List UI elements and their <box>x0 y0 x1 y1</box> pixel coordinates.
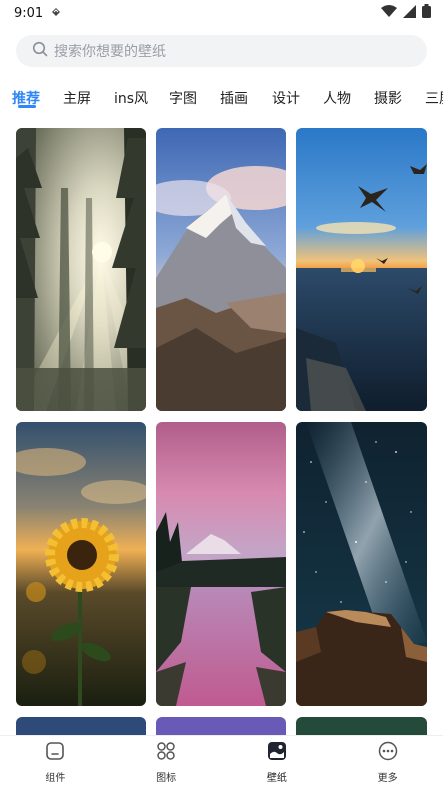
wallpaper-card-partial-3[interactable] <box>296 717 427 735</box>
search-icon <box>32 41 48 61</box>
signal-icon <box>403 4 416 22</box>
wallpaper-card-sea-sunset[interactable] <box>296 128 427 411</box>
nav-more[interactable]: 更多 <box>332 736 443 789</box>
nav-wallpaper-label: 壁纸 <box>266 773 287 784</box>
wallpaper-grid <box>0 0 443 789</box>
more-icon <box>378 741 398 765</box>
category-tabs: 推荐 主屏 ins风 字图 插画 设计 人物 摄影 三屏 <box>0 80 443 114</box>
tab-triple-screen[interactable]: 三屏 <box>425 88 443 108</box>
nav-icons[interactable]: 图标 <box>111 736 222 789</box>
icons-grid-icon <box>156 741 176 765</box>
nav-wallpaper[interactable]: 壁纸 <box>222 736 333 789</box>
wallpaper-card-pink-reflection[interactable] <box>156 422 286 706</box>
tab-people[interactable]: 人物 <box>323 88 351 108</box>
tab-home-screen[interactable]: 主屏 <box>63 88 91 108</box>
wallpaper-card-mountain[interactable] <box>156 128 286 411</box>
tab-design[interactable]: 设计 <box>272 88 300 108</box>
tab-text-image[interactable]: 字图 <box>169 88 197 108</box>
search-placeholder: 搜索你想要的壁纸 <box>54 44 166 60</box>
tab-photography[interactable]: 摄影 <box>374 88 402 108</box>
tab-ins-style[interactable]: ins风 <box>114 88 148 108</box>
tab-illustration[interactable]: 插画 <box>220 88 248 108</box>
widget-icon <box>45 741 65 765</box>
status-bar: 9:01 <box>0 0 443 26</box>
nav-widgets-label: 组件 <box>45 773 66 784</box>
notification-icon <box>51 6 61 21</box>
battery-icon <box>422 4 431 22</box>
status-time: 9:01 <box>14 5 44 21</box>
nav-more-label: 更多 <box>377 773 398 784</box>
wallpaper-icon <box>267 741 287 765</box>
search-bar[interactable]: 搜索你想要的壁纸 <box>16 35 427 67</box>
wallpaper-card-partial-2[interactable] <box>156 717 286 735</box>
wallpaper-card-sunflower[interactable] <box>16 422 146 706</box>
bottom-navigation: 组件 图标 壁纸 更多 <box>0 735 443 789</box>
nav-icons-label: 图标 <box>156 773 177 784</box>
wallpaper-card-forest[interactable] <box>16 128 146 411</box>
wallpaper-card-partial-1[interactable] <box>16 717 146 735</box>
active-tab-indicator <box>18 105 36 108</box>
wifi-icon <box>381 4 397 22</box>
wallpaper-card-milky-way[interactable] <box>296 422 427 706</box>
nav-widgets[interactable]: 组件 <box>0 736 111 789</box>
